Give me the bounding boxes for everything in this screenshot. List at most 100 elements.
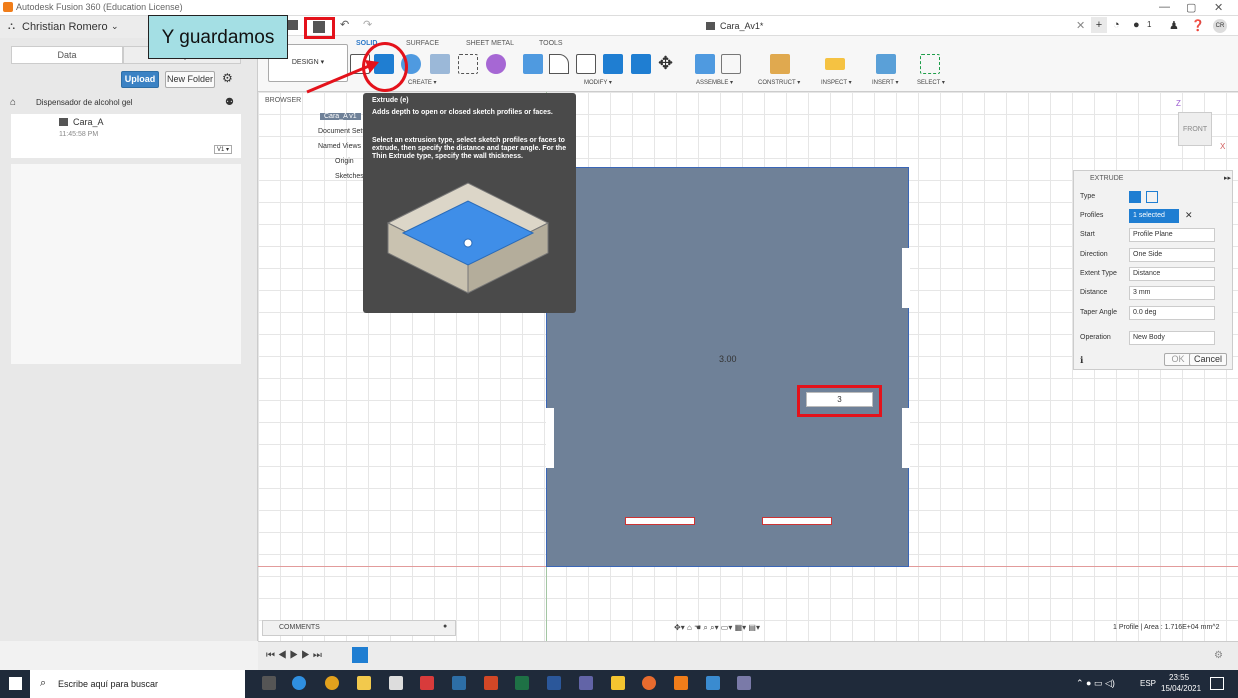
upload-button[interactable]: Upload: [121, 71, 159, 88]
chamfer-icon[interactable]: [576, 54, 596, 74]
tab-tools[interactable]: TOOLS: [539, 40, 563, 47]
joint-icon[interactable]: [721, 54, 741, 74]
navigation-toolbar[interactable]: ✥▾ ⌂ ☚ ⌕ ⌕▾ ▭▾ ▦▾ ▤▾: [674, 623, 824, 635]
create-menu[interactable]: CREATE ▾: [408, 79, 437, 86]
app2-icon[interactable]: [706, 676, 720, 690]
fusion-taskbar-icon[interactable]: [674, 676, 688, 690]
word-icon[interactable]: [547, 676, 561, 690]
direction-select[interactable]: One Side: [1129, 248, 1215, 262]
notification-center-icon[interactable]: [1210, 677, 1224, 690]
hole-icon[interactable]: [430, 54, 450, 74]
thin-extrude-icon[interactable]: [1146, 191, 1158, 203]
minimize-button[interactable]: —: [1159, 1, 1170, 13]
tab-data[interactable]: Data: [11, 46, 123, 64]
teams-icon[interactable]: [579, 676, 593, 690]
ok-button[interactable]: OK: [1164, 353, 1192, 366]
app-icon[interactable]: [452, 676, 466, 690]
job-status-icon[interactable]: ◔: [1113, 19, 1120, 31]
version-badge[interactable]: V1 ▾: [214, 145, 233, 154]
edge-icon[interactable]: [292, 676, 306, 690]
move-icon[interactable]: ✥: [658, 53, 673, 74]
store-icon[interactable]: [389, 676, 403, 690]
language-indicator[interactable]: ESP: [1140, 679, 1156, 688]
profiles-selection[interactable]: 1 selected: [1129, 209, 1179, 223]
add-comment-icon[interactable]: ●: [443, 623, 447, 630]
sketch-profile[interactable]: 3.00: [546, 167, 910, 567]
expand-icon[interactable]: ▸▸: [1224, 174, 1231, 182]
insert-image-icon[interactable]: [876, 54, 896, 74]
user-name[interactable]: Christian Romero: [22, 21, 108, 33]
redo-icon[interactable]: ↷: [363, 18, 372, 31]
browser-title[interactable]: BROWSER: [265, 97, 301, 104]
document-title[interactable]: Cara_Av1*: [720, 21, 763, 31]
timeline-settings-icon[interactable]: ⚙: [1214, 650, 1223, 661]
task-view-icon[interactable]: [262, 676, 276, 690]
excel-icon[interactable]: [515, 676, 529, 690]
viewcube[interactable]: FRONT: [1178, 112, 1212, 146]
tab-sheet-metal[interactable]: SHEET METAL: [466, 40, 514, 47]
maximize-button[interactable]: ▢: [1186, 1, 1196, 14]
close-button[interactable]: ✕: [1214, 1, 1223, 14]
system-tray-icons[interactable]: ⌃ ● ▭ ◁): [1076, 678, 1115, 689]
browser-icon[interactable]: [642, 676, 656, 690]
rectangular-pattern-icon[interactable]: [458, 54, 478, 74]
comments-bar[interactable]: COMMENTS ●: [262, 620, 456, 636]
browser-root[interactable]: Cara_A v1: [320, 113, 361, 120]
new-folder-button[interactable]: New Folder: [165, 71, 215, 88]
construct-menu[interactable]: CONSTRUCT ▾: [758, 79, 800, 86]
clock-time[interactable]: 23:55: [1169, 673, 1189, 682]
sketch-timeline-icon[interactable]: [352, 647, 368, 663]
fillet-icon[interactable]: [549, 54, 569, 74]
clock-date[interactable]: 15/04/2021: [1161, 684, 1201, 693]
save-icon[interactable]: [313, 21, 325, 33]
taper-angle-field[interactable]: 0.0 deg: [1129, 306, 1215, 320]
help-icon[interactable]: ❓: [1191, 19, 1205, 32]
chrome-icon[interactable]: [325, 676, 339, 690]
inspect-menu[interactable]: INSPECT ▾: [821, 79, 852, 86]
modify-menu[interactable]: MODIFY ▾: [584, 79, 612, 86]
project-name[interactable]: Dispensador de alcohol gel: [36, 98, 133, 107]
tab-surface[interactable]: SURFACE: [406, 40, 439, 47]
browser-sketches[interactable]: Sketches: [335, 173, 364, 180]
taskbar-search[interactable]: Escribe aquí para buscar: [30, 670, 245, 698]
insert-menu[interactable]: INSERT ▾: [872, 79, 898, 86]
file-explorer-icon[interactable]: [357, 676, 371, 690]
app3-icon[interactable]: [737, 676, 751, 690]
start-select[interactable]: Profile Plane: [1129, 228, 1215, 242]
distance-input[interactable]: 3: [806, 392, 873, 407]
extent-type-select[interactable]: Distance: [1129, 267, 1215, 281]
select-window-icon[interactable]: [920, 54, 940, 74]
undo-icon[interactable]: ↶: [340, 18, 349, 31]
new-component-icon[interactable]: [695, 54, 715, 74]
close-tab-icon[interactable]: ✕: [1076, 19, 1085, 32]
press-pull-icon[interactable]: [523, 54, 543, 74]
gear-icon[interactable]: ⚙: [222, 71, 233, 85]
offset-plane-icon[interactable]: [770, 54, 790, 74]
powerpoint-icon[interactable]: [484, 676, 498, 690]
distance-field[interactable]: 3 mm: [1129, 286, 1215, 300]
operation-select[interactable]: New Body: [1129, 331, 1215, 345]
user-avatar[interactable]: CR: [1213, 19, 1227, 33]
extrude-type-icon[interactable]: [1129, 191, 1141, 203]
combine-icon[interactable]: [631, 54, 651, 74]
timeline-controls[interactable]: ⏮ ◀ ▶ ▶ ⏭: [266, 650, 322, 661]
browser-origin[interactable]: Origin: [335, 158, 354, 165]
browser-named-views[interactable]: Named Views: [318, 143, 361, 150]
cancel-button[interactable]: Cancel: [1189, 353, 1227, 366]
select-menu[interactable]: SELECT ▾: [917, 79, 945, 86]
bell-icon[interactable]: ♟: [1169, 19, 1179, 32]
home-icon[interactable]: ⌂: [10, 97, 16, 108]
info-icon[interactable]: ℹ: [1080, 355, 1083, 366]
clear-selection-icon[interactable]: ✕: [1185, 210, 1193, 221]
notifications-icon[interactable]: ●: [1133, 19, 1140, 31]
shell-icon[interactable]: [603, 54, 623, 74]
windows-start-icon[interactable]: [9, 677, 22, 690]
create-form-icon[interactable]: [486, 54, 506, 74]
assemble-menu[interactable]: ASSEMBLE ▾: [696, 79, 733, 86]
acrobat-icon[interactable]: [420, 676, 434, 690]
file-item[interactable]: Cara_A 11:45:58 PM V1 ▾: [11, 114, 241, 158]
sticky-notes-icon[interactable]: [611, 676, 625, 690]
measure-icon[interactable]: [825, 58, 845, 70]
chevron-down-icon[interactable]: ⌄: [111, 21, 119, 32]
members-icon[interactable]: ⚉: [225, 97, 234, 108]
